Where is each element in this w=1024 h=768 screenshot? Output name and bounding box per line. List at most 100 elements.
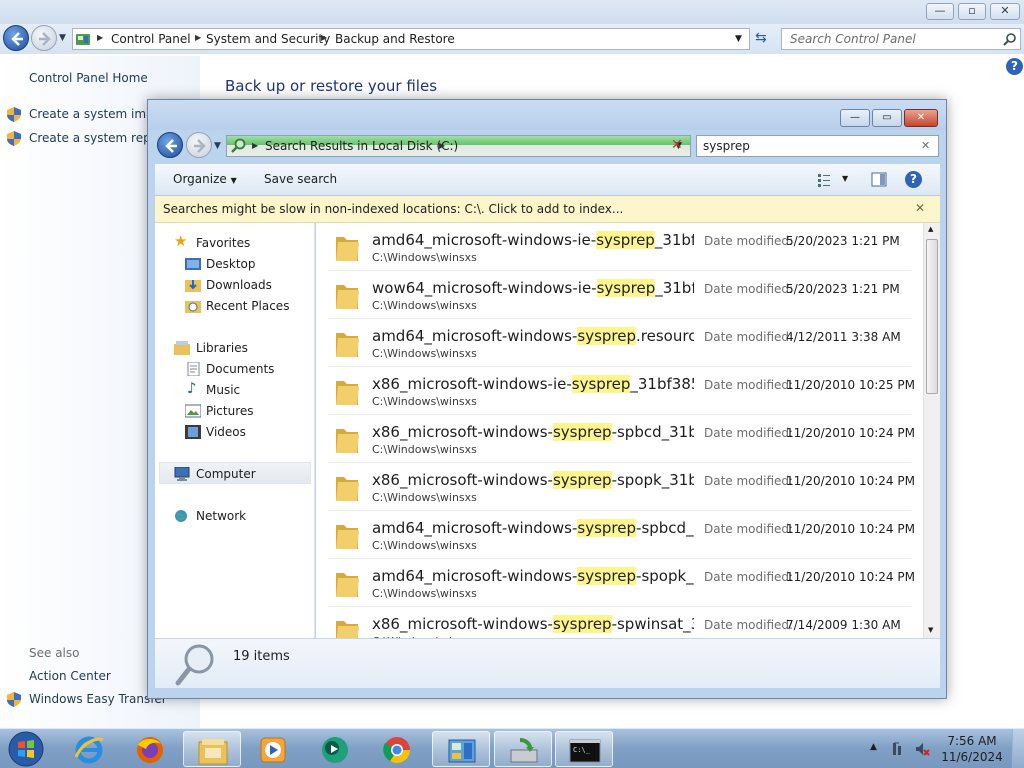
taskbar-media-player[interactable] bbox=[244, 731, 302, 767]
result-row[interactable]: amd64_microsoft-windows-sysprep-spbcd_31… bbox=[328, 511, 915, 559]
search-input[interactable]: sysprep ✕ bbox=[696, 135, 939, 157]
nav-music[interactable]: Music bbox=[206, 383, 240, 397]
cp-minimize-button[interactable]: — bbox=[926, 3, 954, 20]
nav-downloads[interactable]: Downloads bbox=[206, 278, 272, 292]
result-row[interactable]: amd64_microsoft-windows-ie-sysprep_31bf3… bbox=[328, 223, 911, 271]
show-desktop-button[interactable] bbox=[1012, 729, 1024, 768]
result-path: C:\Windows\winsxs bbox=[372, 491, 477, 504]
date-modified-value: 4/12/2011 3:38 AM bbox=[786, 330, 901, 344]
result-row[interactable]: x86_microsoft-windows-sysprep-spwinsat_3… bbox=[328, 607, 911, 638]
cp-back-button[interactable] bbox=[3, 25, 29, 51]
result-name: amd64_microsoft-windows-sysprep-spopk_31… bbox=[372, 567, 694, 585]
cp-maximize-button[interactable]: ▫ bbox=[958, 3, 986, 20]
cp-home-link[interactable]: Control Panel Home bbox=[29, 71, 148, 85]
nav-recent-places[interactable]: Recent Places bbox=[206, 299, 289, 313]
breadcrumb-system-security[interactable]: System and Security bbox=[206, 32, 330, 46]
action-center-tray-icon[interactable] bbox=[891, 741, 907, 757]
navigation-pane: ★ Favorites Desktop Downloads Recent Pla… bbox=[155, 223, 315, 638]
address-bar[interactable]: ▶ Search Results in Local Disk (C:) ▶ ▼ bbox=[226, 135, 691, 157]
scroll-down-icon[interactable]: ▼ bbox=[928, 626, 933, 634]
taskbar-control-panel[interactable] bbox=[432, 731, 490, 767]
result-name: x86_microsoft-windows-sysprep-spbcd_31bf… bbox=[372, 423, 694, 441]
nav-favorites[interactable]: Favorites bbox=[196, 236, 250, 250]
scrollbar-thumb[interactable] bbox=[926, 239, 938, 394]
firefox-icon bbox=[137, 737, 163, 763]
save-search-button[interactable]: Save search bbox=[264, 172, 337, 186]
cp-address-bar[interactable]: ▶ Control Panel ▶ System and Security ▶ … bbox=[72, 28, 750, 50]
backup-icon bbox=[510, 738, 538, 763]
help-icon[interactable]: ? bbox=[905, 171, 922, 188]
taskbar-app[interactable] bbox=[306, 731, 364, 767]
nav-documents[interactable]: Documents bbox=[206, 362, 274, 376]
folder-icon bbox=[336, 621, 359, 638]
forward-button[interactable] bbox=[186, 132, 212, 158]
nav-desktop[interactable]: Desktop bbox=[206, 257, 256, 271]
cp-titlebar: — ▫ ✕ bbox=[0, 0, 1024, 24]
result-row[interactable]: amd64_microsoft-windows-sysprep-spopk_31… bbox=[328, 559, 915, 607]
nav-libraries[interactable]: Libraries bbox=[196, 341, 248, 355]
back-arrow-icon bbox=[11, 32, 23, 46]
taskbar-chrome[interactable] bbox=[368, 731, 426, 767]
result-row[interactable]: wow64_microsoft-windows-ie-sysprep_31bf3… bbox=[328, 271, 911, 319]
result-path: C:\Windows\winsxs bbox=[372, 443, 477, 456]
minimize-button[interactable]: — bbox=[840, 109, 870, 127]
cp-forward-button[interactable] bbox=[31, 25, 57, 51]
cp-search-input[interactable]: Search Control Panel bbox=[781, 28, 1021, 50]
back-arrow-icon bbox=[165, 139, 177, 153]
explorer-window: — ▭ ✕ ▼ ▶ Search Results in Local Disk (… bbox=[147, 99, 947, 699]
show-hidden-icons-icon[interactable]: ▲ bbox=[870, 742, 877, 752]
clock-date[interactable]: 11/6/2024 bbox=[940, 750, 1004, 764]
downloads-icon bbox=[185, 280, 201, 292]
scroll-up-icon[interactable]: ▲ bbox=[928, 225, 933, 233]
view-details-icon[interactable] bbox=[817, 173, 831, 187]
nav-pictures[interactable]: Pictures bbox=[206, 404, 254, 418]
cp-close-button[interactable]: ✕ bbox=[990, 3, 1020, 20]
date-modified-value: 11/20/2010 10:24 PM bbox=[786, 474, 915, 488]
close-info-bar-icon[interactable]: ✕ bbox=[915, 201, 925, 215]
taskbar-file-explorer[interactable] bbox=[183, 731, 241, 767]
taskbar-firefox[interactable] bbox=[121, 731, 179, 767]
recent-pages-dropdown-icon[interactable]: ▼ bbox=[214, 141, 221, 151]
chrome-icon bbox=[383, 737, 411, 764]
result-row[interactable]: x86_microsoft-windows-sysprep-spbcd_31bf… bbox=[328, 415, 915, 463]
index-info-bar[interactable]: Searches might be slow in non-indexed lo… bbox=[155, 196, 940, 223]
command-bar: Organize ▼ Save search ▼ ? bbox=[155, 164, 940, 196]
nav-computer[interactable]: Computer bbox=[196, 467, 256, 481]
taskbar-backup[interactable] bbox=[494, 731, 552, 767]
stop-search-icon[interactable]: ✕ bbox=[671, 137, 683, 153]
taskbar-internet-explorer[interactable] bbox=[60, 731, 118, 767]
maximize-button[interactable]: ▭ bbox=[872, 109, 902, 127]
result-row[interactable]: amd64_microsoft-windows-sysprep.resource… bbox=[328, 319, 911, 367]
organize-button[interactable]: Organize ▼ bbox=[173, 172, 237, 186]
preview-pane-icon[interactable] bbox=[871, 172, 887, 187]
clear-search-icon[interactable]: ✕ bbox=[921, 139, 930, 152]
volume-muted-icon[interactable] bbox=[914, 741, 930, 757]
nav-network[interactable]: Network bbox=[196, 509, 246, 523]
back-button[interactable] bbox=[157, 132, 183, 158]
vertical-scrollbar[interactable]: ▲ ▼ bbox=[923, 223, 940, 638]
result-row[interactable]: x86_microsoft-windows-sysprep-spopk_31bf… bbox=[328, 463, 915, 511]
close-button[interactable]: ✕ bbox=[904, 109, 938, 127]
taskbar-command-prompt[interactable]: C:\_ bbox=[555, 731, 613, 767]
cp-recent-dropdown-icon[interactable]: ▼ bbox=[59, 33, 66, 43]
address-location[interactable]: Search Results in Local Disk (C:) bbox=[265, 139, 458, 153]
refresh-icon[interactable]: ⇆ bbox=[755, 30, 767, 46]
clock-time[interactable]: 7:56 AM bbox=[940, 734, 1004, 748]
breadcrumb-backup-restore[interactable]: Backup and Restore bbox=[335, 32, 455, 46]
nav-videos[interactable]: Videos bbox=[206, 425, 246, 439]
crumb-separator-icon: ▶ bbox=[252, 141, 259, 150]
chevron-down-icon[interactable]: ▼ bbox=[735, 34, 742, 44]
date-modified-label: Date modified: bbox=[704, 330, 794, 344]
start-button[interactable] bbox=[4, 730, 46, 768]
create-repair-disc-link[interactable]: Create a system repair disc bbox=[29, 131, 147, 145]
help-icon[interactable]: ? bbox=[1006, 58, 1023, 75]
action-center-link[interactable]: Action Center bbox=[29, 669, 111, 683]
pictures-icon bbox=[185, 404, 201, 418]
view-options-dropdown-icon[interactable]: ▼ bbox=[842, 174, 848, 183]
results-list: amd64_microsoft-windows-ie-sysprep_31bf3… bbox=[316, 223, 940, 638]
result-row[interactable]: x86_microsoft-windows-ie-sysprep_31bf385… bbox=[328, 367, 915, 415]
music-note-icon: ♪ bbox=[187, 379, 197, 397]
date-modified-label: Date modified: bbox=[704, 474, 794, 488]
breadcrumb-control-panel[interactable]: Control Panel bbox=[111, 32, 191, 46]
date-modified-label: Date modified: bbox=[704, 426, 794, 440]
